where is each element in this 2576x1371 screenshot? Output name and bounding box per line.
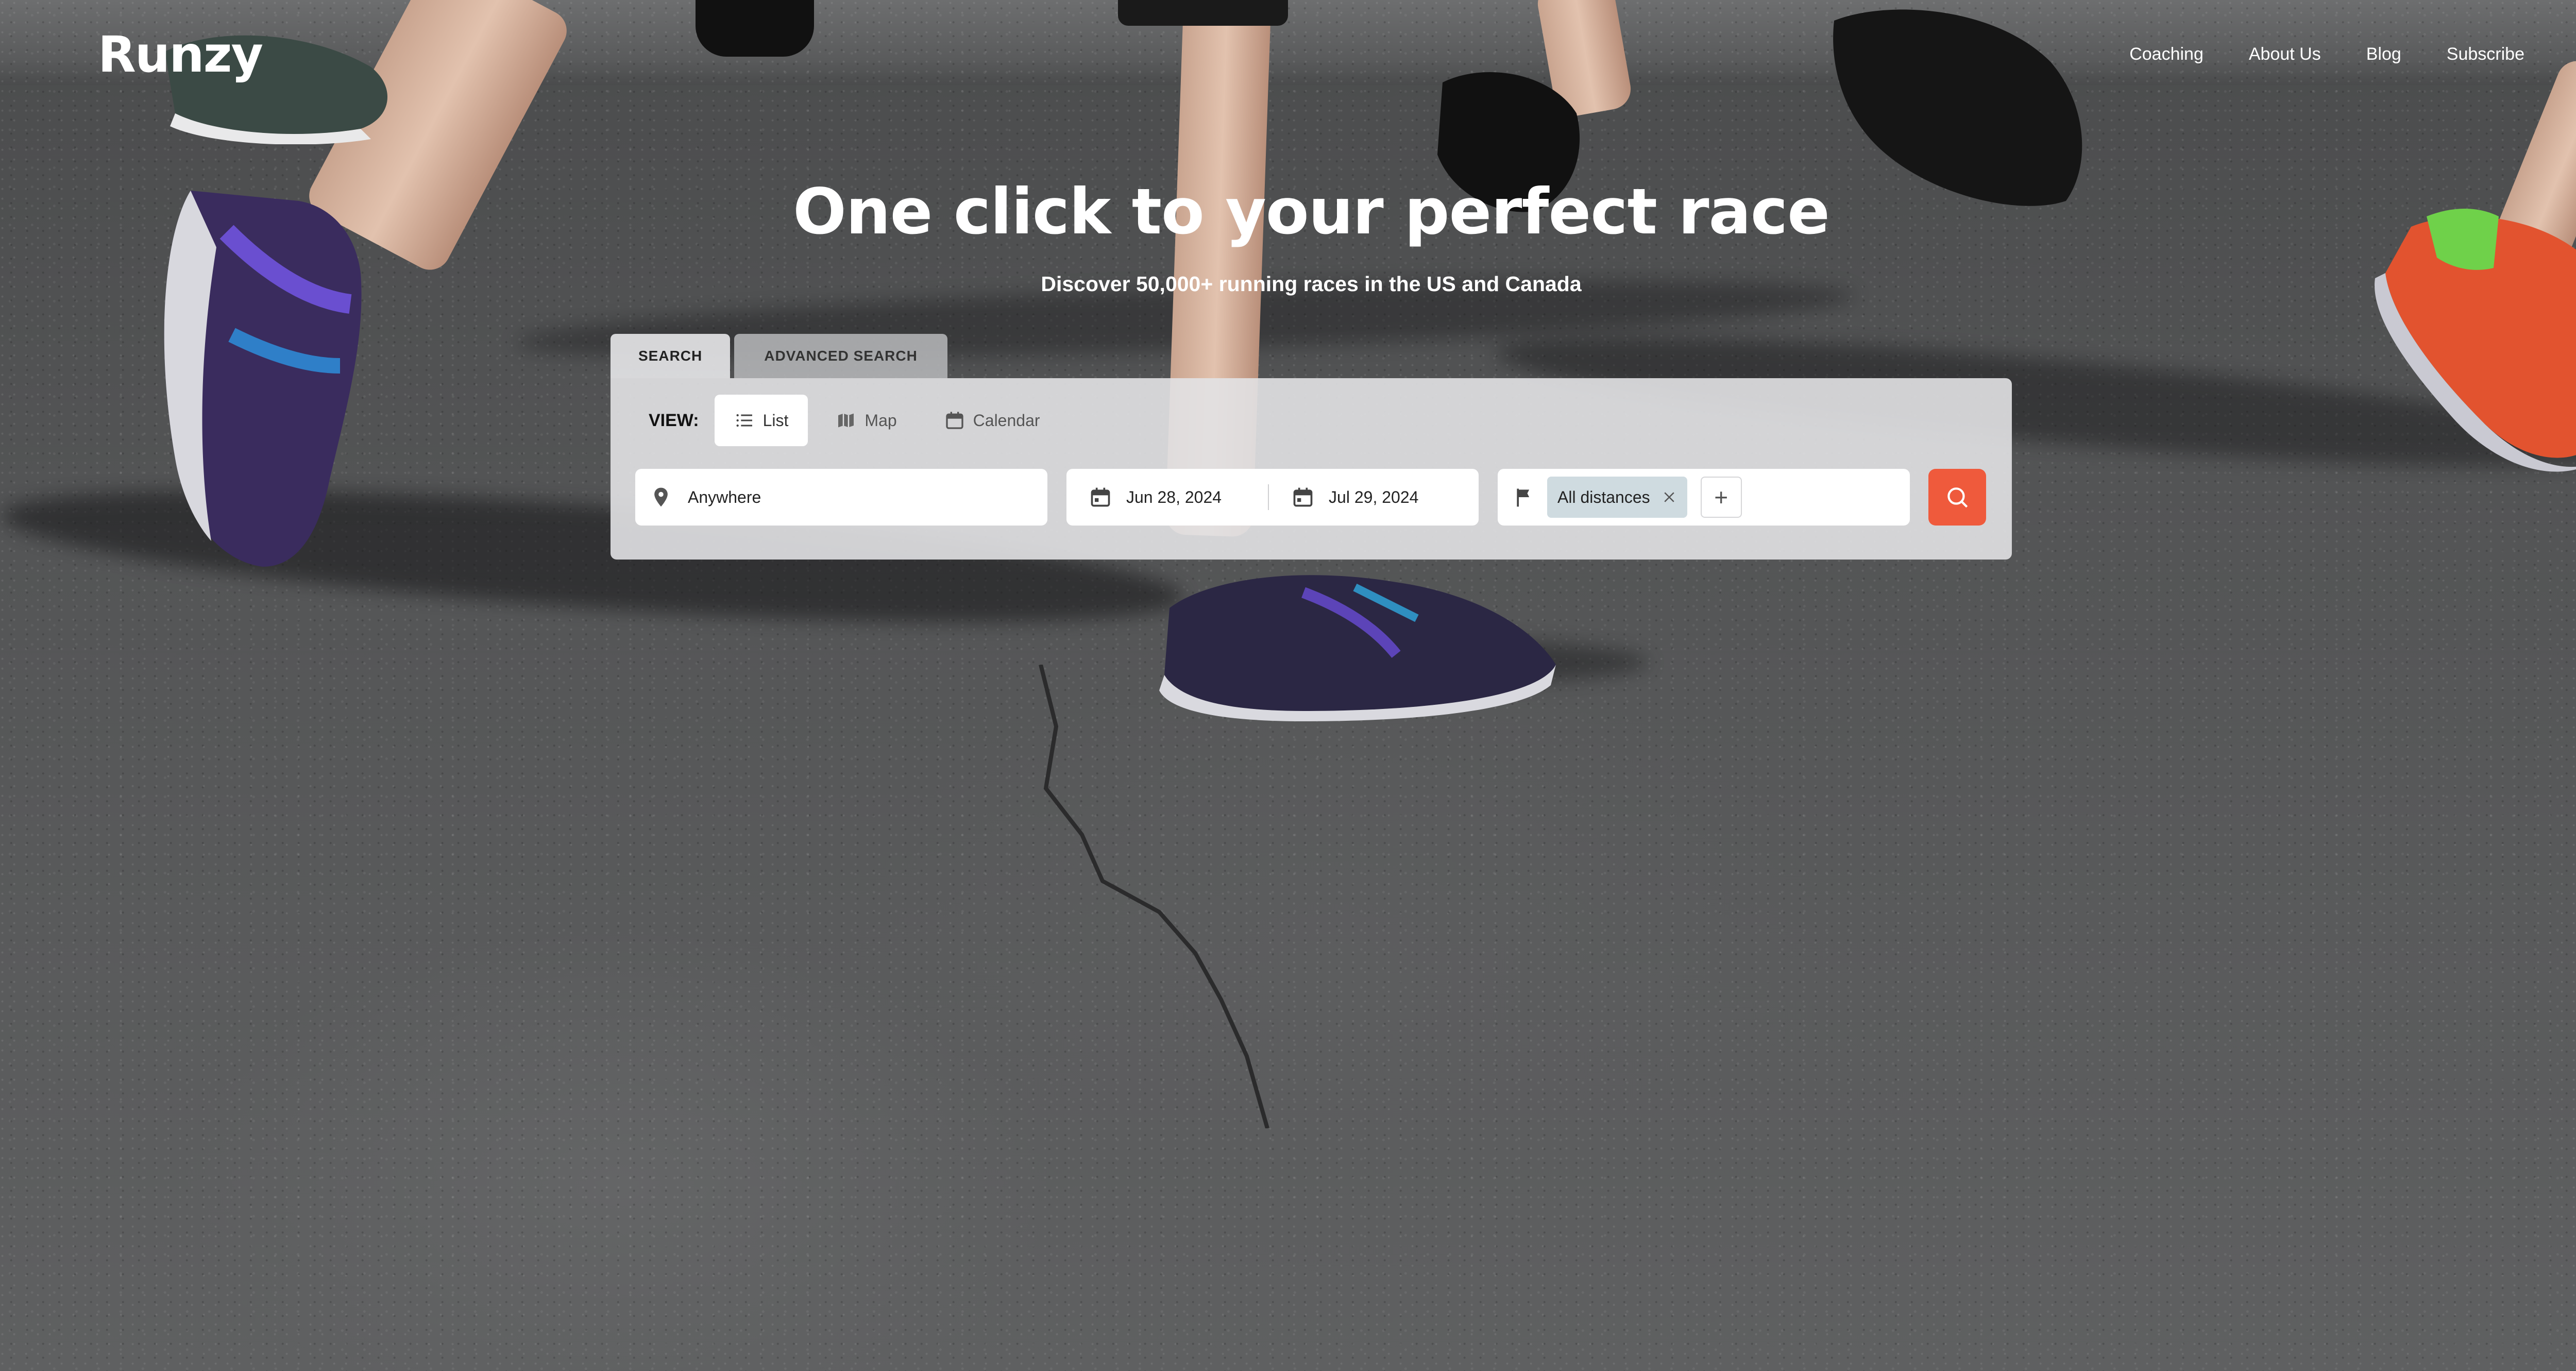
search-panel: VIEW: List Map Calendar Anywhere Jun 28,… xyxy=(611,378,2012,560)
tab-advanced-search[interactable]: ADVANCED SEARCH xyxy=(734,334,947,378)
search-submit-button[interactable] xyxy=(1928,469,1986,526)
calendar-icon xyxy=(1091,487,1110,507)
view-option-map[interactable]: Map xyxy=(816,395,916,446)
location-input[interactable]: Anywhere xyxy=(635,469,1047,526)
date-start-value: Jun 28, 2024 xyxy=(1126,487,1222,506)
site-header: Runzy Coaching About Us Blog Subscribe xyxy=(0,0,2576,113)
location-value: Anywhere xyxy=(688,487,761,506)
close-icon[interactable] xyxy=(1662,489,1677,505)
flag-icon xyxy=(1517,488,1530,507)
date-end-field[interactable]: Jul 29, 2024 xyxy=(1292,486,1418,509)
add-distance-button[interactable]: + xyxy=(1700,477,1742,518)
view-label: VIEW: xyxy=(649,410,699,430)
map-icon xyxy=(838,413,854,428)
main-nav: Coaching About Us Blog Subscribe xyxy=(2129,44,2524,64)
nav-link-about-us[interactable]: About Us xyxy=(2249,44,2321,64)
distance-chip[interactable]: All distances xyxy=(1547,477,1687,518)
page: Runzy Coaching About Us Blog Subscribe O… xyxy=(0,0,2576,1371)
search-icon xyxy=(1947,487,1968,508)
location-pin-icon xyxy=(654,487,668,507)
date-end-value: Jul 29, 2024 xyxy=(1329,487,1419,506)
view-option-calendar[interactable]: Calendar xyxy=(925,395,1060,446)
view-option-label: List xyxy=(762,411,789,430)
date-divider xyxy=(1268,484,1269,510)
view-switcher: VIEW: List Map Calendar xyxy=(649,395,1060,446)
date-start-field[interactable]: Jun 28, 2024 xyxy=(1089,486,1222,509)
calendar-icon xyxy=(1293,487,1313,507)
brand-logo[interactable]: Runzy xyxy=(98,26,263,83)
date-range-input: Jun 28, 2024 Jul 29, 2024 xyxy=(1066,469,1479,526)
hero-title: One click to your perfect race xyxy=(793,175,1830,248)
asphalt-crack xyxy=(1039,665,1269,1128)
distance-filter: All distances + xyxy=(1498,469,1910,526)
view-option-label: Map xyxy=(865,411,897,430)
distance-chip-label: All distances xyxy=(1557,487,1650,506)
nav-link-subscribe[interactable]: Subscribe xyxy=(2447,44,2524,64)
calendar-icon xyxy=(945,412,963,429)
list-icon xyxy=(736,414,752,427)
hero-subtitle: Discover 50,000+ running races in the US… xyxy=(1041,272,1582,296)
nav-link-blog[interactable]: Blog xyxy=(2366,44,2401,64)
view-option-list[interactable]: List xyxy=(714,395,808,446)
search-tabs: SEARCH ADVANCED SEARCH xyxy=(611,334,947,378)
view-option-label: Calendar xyxy=(973,411,1040,430)
tab-search[interactable]: SEARCH xyxy=(611,334,731,378)
nav-link-coaching[interactable]: Coaching xyxy=(2129,44,2204,64)
